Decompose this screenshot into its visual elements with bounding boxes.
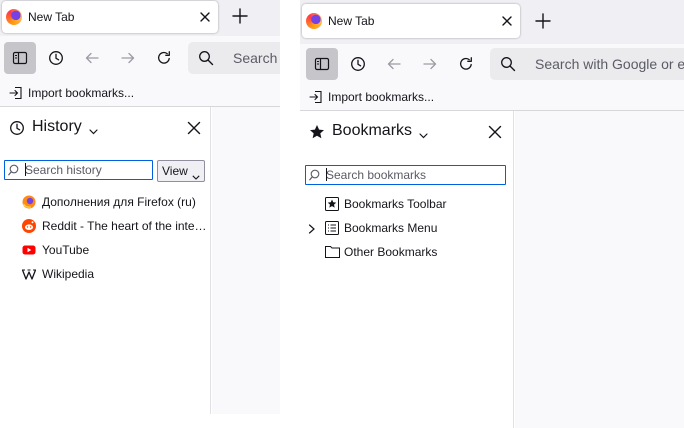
sidebar-toggle-button[interactable] — [306, 48, 338, 80]
history-button[interactable] — [40, 42, 72, 74]
sidebar-header: History — [0, 107, 210, 149]
reload-button[interactable] — [450, 48, 482, 80]
bookmarks-toolbar: Import bookmarks... — [300, 84, 684, 111]
tab-strip: New Tab — [300, 0, 684, 44]
bookmark-folder-label: Other Bookmarks — [344, 245, 438, 259]
back-button[interactable] — [76, 42, 108, 74]
address-bar-placeholder: Search with Google or enter address — [535, 56, 684, 72]
sidebar-icon — [314, 57, 330, 71]
address-bar-placeholder: Search with Google or enter address — [233, 50, 280, 66]
history-sidebar: History Search history View Дополнения д… — [0, 107, 211, 414]
browser-window-bookmarks: New Tab Search with Google or enter addr… — [300, 0, 684, 428]
tab-title: New Tab — [328, 14, 375, 28]
bookmark-folder-other[interactable]: Other Bookmarks — [300, 241, 513, 265]
page-content — [212, 107, 280, 414]
folder-icon — [325, 245, 340, 261]
chevron-right-icon[interactable] — [308, 223, 316, 237]
bookmark-folder-label: Bookmarks Menu — [344, 221, 438, 235]
import-icon — [9, 86, 23, 103]
new-tab-button[interactable] — [229, 5, 251, 27]
back-button[interactable] — [378, 48, 410, 80]
bookmarks-toolbar: Import bookmarks... — [0, 80, 280, 107]
reload-icon — [158, 51, 170, 64]
address-bar[interactable]: Search with Google or enter address — [188, 42, 280, 74]
tab-close-icon[interactable] — [196, 8, 214, 26]
bookmarks-sidebar: Bookmarks Search bookmarks Bookmarks Too… — [300, 111, 514, 428]
clock-icon — [9, 120, 25, 139]
search-icon — [199, 51, 214, 66]
search-icon — [501, 57, 516, 72]
view-button-label: View — [162, 164, 188, 178]
chevron-down-icon[interactable] — [419, 128, 428, 142]
arrow-left-icon — [387, 58, 401, 70]
new-tab-button[interactable] — [532, 10, 554, 32]
import-bookmarks-button[interactable]: Import bookmarks... — [28, 86, 134, 100]
page-content — [515, 111, 684, 428]
bookmark-folder-label: Bookmarks Toolbar — [344, 197, 447, 211]
firefox-icon — [6, 9, 22, 25]
sidebar-icon — [12, 51, 28, 65]
forward-button[interactable] — [112, 42, 144, 74]
text-cursor — [326, 168, 327, 181]
tab-strip: New Tab — [0, 0, 280, 36]
chevron-down-icon[interactable] — [89, 124, 98, 138]
history-search-input[interactable]: Search history — [4, 160, 153, 180]
history-item-label: Дополнения для Firefox (ru) — [42, 195, 196, 209]
address-bar[interactable]: Search with Google or enter address — [490, 48, 684, 80]
import-icon — [309, 90, 323, 107]
browser-window-history: New Tab Search with Google or enter addr… — [0, 0, 280, 414]
arrow-right-icon — [121, 52, 135, 64]
reddit-icon — [22, 219, 36, 233]
history-item-wikipedia[interactable]: Wikipedia — [0, 263, 210, 287]
youtube-icon — [22, 243, 36, 257]
history-item-label: Reddit - The heart of the internet — [42, 219, 208, 233]
navigation-toolbar: Search with Google or enter address — [0, 36, 280, 80]
tab-new-tab[interactable]: New Tab — [2, 1, 218, 33]
firefox-icon — [306, 13, 322, 29]
bookmarks-search-input[interactable]: Search bookmarks — [305, 165, 506, 185]
sidebar-header: Bookmarks — [300, 111, 513, 153]
bookmarks-toolbar-icon — [325, 197, 339, 214]
sidebar-title[interactable]: History — [32, 118, 82, 136]
chevron-down-icon — [192, 169, 200, 183]
bookmarks-menu-icon — [325, 221, 339, 238]
view-menu-button[interactable]: View — [157, 160, 205, 182]
history-item-reddit[interactable]: Reddit - The heart of the internet — [0, 215, 210, 239]
arrow-right-icon — [423, 58, 437, 70]
text-cursor — [25, 163, 26, 176]
search-icon — [309, 169, 321, 184]
tab-title: New Tab — [28, 10, 75, 24]
navigation-toolbar: Search with Google or enter address — [300, 44, 684, 84]
bookmark-folder-menu[interactable]: Bookmarks Menu — [300, 217, 513, 241]
reload-icon — [460, 57, 472, 70]
star-icon — [309, 124, 325, 143]
history-item-label: YouTube — [42, 243, 90, 257]
search-placeholder: Search bookmarks — [326, 168, 427, 182]
arrow-left-icon — [85, 52, 99, 64]
tab-close-icon[interactable] — [498, 12, 516, 30]
reload-button[interactable] — [148, 42, 180, 74]
history-item-firefox-addons[interactable]: Дополнения для Firefox (ru) — [0, 191, 210, 215]
import-bookmarks-button[interactable]: Import bookmarks... — [328, 90, 434, 104]
search-icon — [8, 164, 20, 179]
clock-icon — [351, 57, 365, 71]
history-item-youtube[interactable]: YouTube — [0, 239, 210, 263]
search-placeholder: Search history — [25, 163, 102, 177]
sidebar-title[interactable]: Bookmarks — [332, 122, 412, 140]
bookmark-folder-toolbar[interactable]: Bookmarks Toolbar — [300, 193, 513, 217]
forward-button[interactable] — [414, 48, 446, 80]
history-item-label: Wikipedia — [42, 267, 95, 281]
firefox-icon — [22, 195, 36, 209]
history-button[interactable] — [342, 48, 374, 80]
wikipedia-icon — [21, 267, 37, 281]
sidebar-toggle-button[interactable] — [4, 42, 36, 74]
sidebar-close-icon[interactable] — [186, 120, 202, 136]
sidebar-close-icon[interactable] — [487, 124, 503, 140]
tab-new-tab[interactable]: New Tab — [302, 4, 520, 38]
clock-icon — [49, 51, 63, 65]
